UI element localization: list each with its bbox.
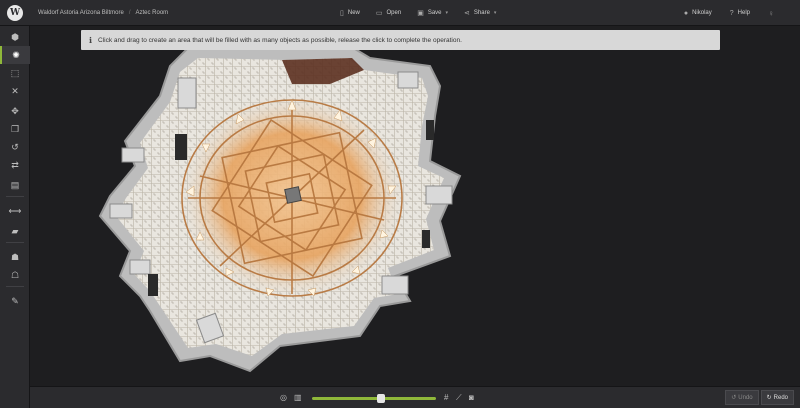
measure-tool-icon[interactable]: ⟋ — [456, 393, 462, 403]
top-bar: W Waldorf Astoria Arizona Biltmore / Azt… — [0, 0, 800, 26]
chevron-down-icon: ▾ — [493, 10, 497, 16]
ruler-icon: ▰ — [11, 225, 19, 236]
swap-tool-button[interactable]: ⇄ — [0, 156, 30, 174]
breadcrumb-project[interactable]: Waldorf Astoria Arizona Biltmore — [38, 10, 124, 16]
breadcrumb: Waldorf Astoria Arizona Biltmore / Aztec… — [38, 0, 168, 26]
move-icon: ✥ — [11, 105, 19, 116]
open-label: Open — [386, 10, 402, 16]
bottom-bar: ◎ ▥ # ⟋ ◙ ↺ Undo ↻ Redo — [30, 386, 800, 408]
ruler-tool-button[interactable]: ▰ — [0, 222, 30, 240]
copy-icon: ❐ — [10, 123, 20, 134]
zoom-slider[interactable] — [312, 394, 436, 403]
share-button[interactable]: ⋖ Share ▾ — [464, 9, 496, 17]
banner-text: Click and drag to create an area that wi… — [98, 36, 462, 44]
user-icon: ● — [683, 9, 689, 17]
user-menu: ● Nikolay ? Help ♀ — [684, 0, 774, 26]
redo-icon: ↻ — [766, 395, 772, 401]
breadcrumb-separator: / — [128, 10, 131, 16]
folder-icon: ▭ — [375, 10, 383, 17]
copy-tool-button[interactable]: ❐ — [0, 120, 30, 138]
undo-icon: ↺ — [731, 395, 737, 401]
share-label: Share — [473, 10, 490, 16]
floorplan-app: W Waldorf Astoria Arizona Biltmore / Azt… — [0, 0, 800, 408]
floorplan-canvas[interactable] — [30, 26, 800, 386]
center-object — [284, 186, 302, 204]
view-toggle-icon[interactable]: ▥ — [294, 393, 302, 402]
close-icon: ✕ — [11, 85, 19, 96]
logo-mark: W — [7, 4, 23, 21]
fill-area-icon: ✺ — [12, 49, 20, 60]
move-tool-button[interactable]: ✥ — [0, 102, 30, 120]
sidebar-divider — [6, 286, 24, 287]
share-icon: ⋖ — [464, 10, 470, 17]
people-icon: ☗ — [10, 251, 20, 262]
user-button[interactable]: ● Nikolay — [684, 10, 712, 17]
rotate-tool-button[interactable]: ↺ — [0, 138, 30, 156]
trash-tool-button[interactable]: ▤ — [0, 176, 30, 194]
help-icon: ? — [729, 9, 734, 17]
undo-button[interactable]: ↺ Undo — [725, 390, 759, 405]
chevron-down-icon: ▾ — [445, 10, 449, 16]
cube-icon: ⬢ — [11, 31, 19, 42]
redo-button[interactable]: ↻ Redo — [760, 390, 794, 405]
fill-area-tool-button[interactable]: ✺ — [0, 46, 30, 64]
user-name: Nikolay — [692, 10, 712, 16]
room-3d-view[interactable] — [30, 26, 800, 386]
lightbulb-icon[interactable]: ♀ — [768, 9, 774, 18]
close-tool-button[interactable]: ✕ — [0, 82, 30, 100]
sidebar-divider — [6, 196, 24, 197]
camera-icon[interactable]: ◙ — [469, 393, 474, 402]
measure-tool-button[interactable]: ⟷ — [0, 202, 30, 220]
trash-icon: ▤ — [10, 179, 20, 190]
seating-tool-button[interactable]: ☖ — [0, 266, 30, 284]
people-tool-button[interactable]: ☗ — [0, 248, 30, 266]
compass-icon[interactable]: ◎ — [280, 393, 287, 402]
info-banner: ℹ Click and drag to create an area that … — [81, 30, 720, 50]
tool-sidebar: ⬢ ✺ ⬚ ✕ ✥ ❐ ↺ ⇄ ▤ ⟷ ▰ ☗ ☖ ✎ — [0, 26, 30, 408]
edit-tool-button[interactable]: ✎ — [0, 292, 30, 310]
redo-label: Redo — [773, 394, 788, 401]
undo-label: Undo — [738, 394, 753, 401]
rotate-icon: ↺ — [11, 141, 19, 152]
help-label: Help — [737, 10, 750, 16]
seating-icon: ☖ — [10, 269, 20, 280]
save-button[interactable]: ▣ Save ▾ — [417, 9, 448, 17]
select-area-icon: ⬚ — [10, 67, 20, 78]
cube-tool-button[interactable]: ⬢ — [0, 28, 30, 46]
info-icon: ℹ — [89, 35, 93, 45]
file-menu: ▯ New ▭ Open ▣ Save ▾ ⋖ Share ▾ — [340, 0, 496, 26]
breadcrumb-room[interactable]: Aztec Room — [135, 10, 168, 16]
select-area-tool-button[interactable]: ⬚ — [0, 64, 30, 82]
swap-icon: ⇄ — [11, 159, 19, 170]
save-icon: ▣ — [417, 10, 424, 17]
undo-redo-group: ↺ Undo ↻ Redo — [725, 390, 794, 405]
open-button[interactable]: ▭ Open — [376, 9, 401, 17]
grid-icon[interactable]: # — [444, 393, 448, 402]
measure-icon: ⟷ — [8, 205, 22, 216]
app-logo[interactable]: W — [0, 0, 30, 26]
zoom-slider-handle[interactable] — [377, 394, 386, 403]
new-file-icon: ▯ — [340, 10, 344, 17]
new-button[interactable]: ▯ New — [340, 9, 360, 17]
new-label: New — [347, 10, 360, 16]
edit-icon: ✎ — [11, 295, 19, 306]
sidebar-divider — [6, 242, 24, 243]
save-label: Save — [427, 10, 442, 16]
help-button[interactable]: ? Help — [730, 10, 750, 17]
